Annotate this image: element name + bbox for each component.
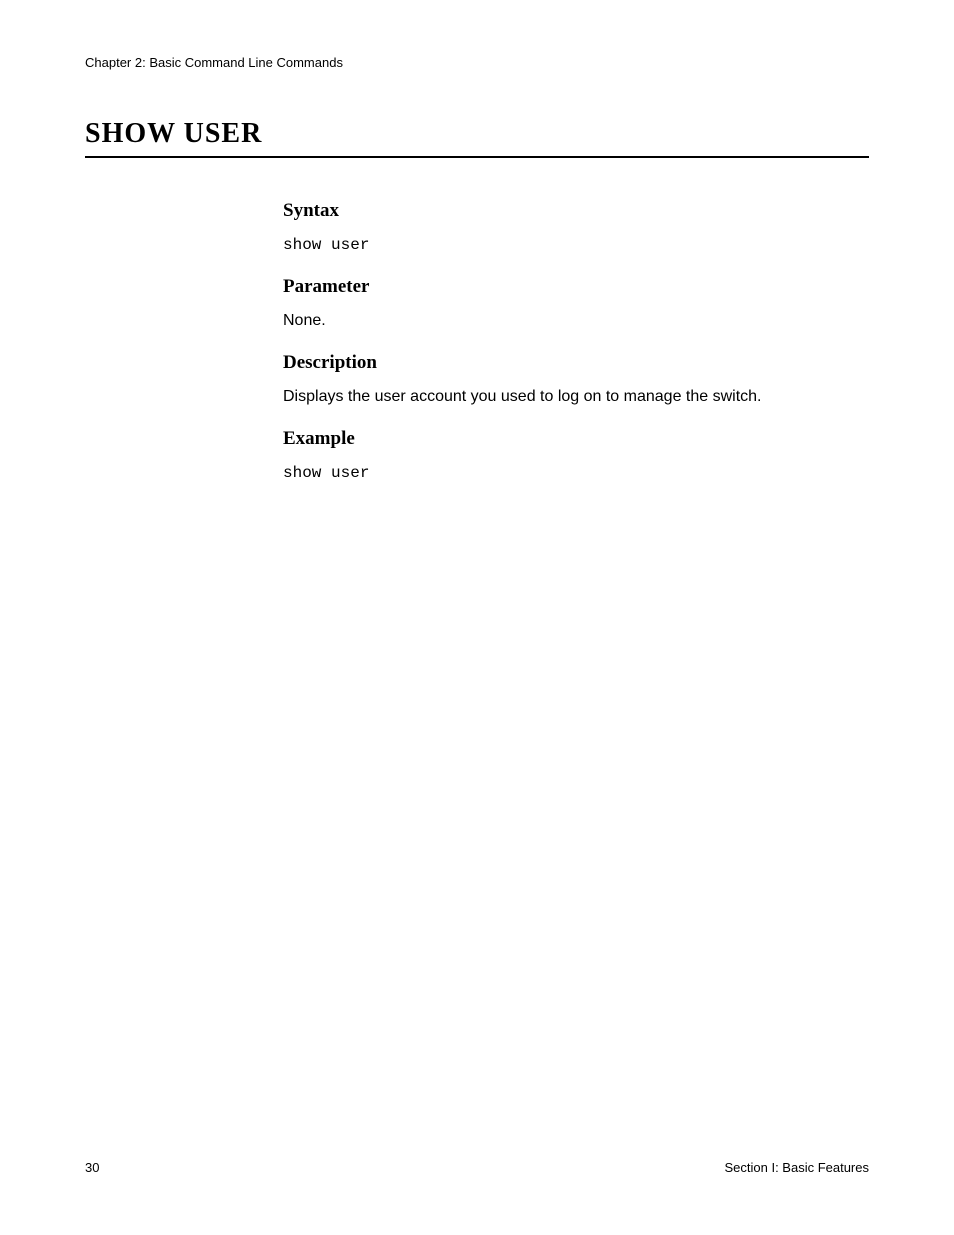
page-header: Chapter 2: Basic Command Line Commands xyxy=(85,55,869,70)
syntax-heading: Syntax xyxy=(283,200,869,222)
description-text: Displays the user account you used to lo… xyxy=(283,388,869,406)
section-label: Section I: Basic Features xyxy=(724,1160,869,1175)
example-text: show user xyxy=(283,464,869,482)
parameter-text: None. xyxy=(283,312,869,330)
syntax-text: show user xyxy=(283,236,869,254)
content-block: Syntax show user Parameter None. Descrip… xyxy=(283,200,869,482)
parameter-heading: Parameter xyxy=(283,276,869,298)
example-heading: Example xyxy=(283,428,869,450)
description-heading: Description xyxy=(283,352,869,374)
page-title: SHOW USER xyxy=(85,118,869,158)
chapter-label: Chapter 2: Basic Command Line Commands xyxy=(85,55,343,70)
page-footer: 30 Section I: Basic Features xyxy=(85,1160,869,1175)
page-number: 30 xyxy=(85,1160,99,1175)
